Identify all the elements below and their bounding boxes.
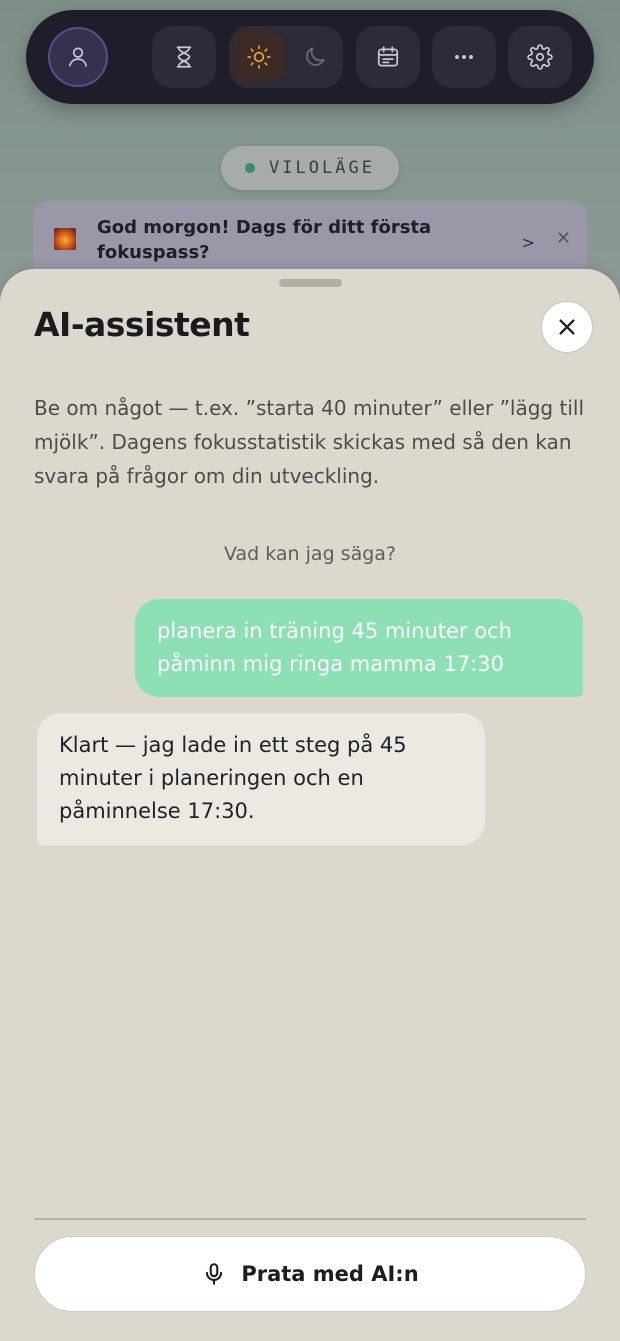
chevron-right-icon[interactable]: > bbox=[522, 233, 535, 252]
talk-to-ai-button[interactable]: Prata med AI:n bbox=[34, 1236, 586, 1312]
profile-icon bbox=[69, 47, 87, 67]
theme-toggle bbox=[229, 26, 343, 88]
sun-icon bbox=[247, 45, 271, 69]
gear-icon bbox=[527, 44, 553, 70]
status-badge: VILOLÄGE bbox=[221, 146, 399, 190]
assistant-message: Klart — jag lade in ett steg på 45 minut… bbox=[37, 713, 485, 845]
calendar-icon bbox=[377, 46, 399, 67]
hourglass-icon bbox=[176, 46, 192, 68]
profile-button[interactable] bbox=[48, 27, 108, 87]
suggestions-link[interactable]: Vad kan jag säga? bbox=[0, 543, 620, 565]
moon-icon bbox=[306, 47, 325, 66]
settings-button[interactable] bbox=[508, 26, 572, 88]
sheet-title: AI-assistent bbox=[34, 305, 250, 344]
banner-text: God morgon! Dags för ditt första fokuspa… bbox=[97, 217, 432, 263]
close-button[interactable] bbox=[541, 301, 593, 353]
light-theme-button[interactable] bbox=[233, 31, 285, 83]
status-dot bbox=[245, 163, 256, 173]
banner-close-icon[interactable]: ✕ bbox=[556, 228, 571, 249]
status-label: VILOLÄGE bbox=[269, 158, 375, 178]
sunrise-icon bbox=[54, 228, 76, 250]
talk-button-label: Prata med AI:n bbox=[241, 1262, 419, 1286]
ai-assistant-sheet: AI-assistent Be om något — t.ex. ”starta… bbox=[0, 269, 620, 1341]
top-toolbar bbox=[26, 10, 594, 104]
timer-button[interactable] bbox=[152, 26, 216, 88]
sheet-grabber[interactable] bbox=[279, 279, 342, 287]
microphone-icon bbox=[206, 1263, 223, 1285]
intro-text: Be om något — t.ex. ”starta 40 minuter” … bbox=[34, 396, 584, 488]
more-icon bbox=[455, 55, 473, 59]
calendar-button[interactable] bbox=[356, 26, 420, 88]
close-icon bbox=[559, 319, 575, 335]
divider bbox=[34, 1218, 586, 1220]
dark-theme-button[interactable] bbox=[289, 31, 341, 83]
user-message: planera in träning 45 minuter och påminn… bbox=[135, 599, 583, 697]
more-button[interactable] bbox=[432, 26, 496, 88]
